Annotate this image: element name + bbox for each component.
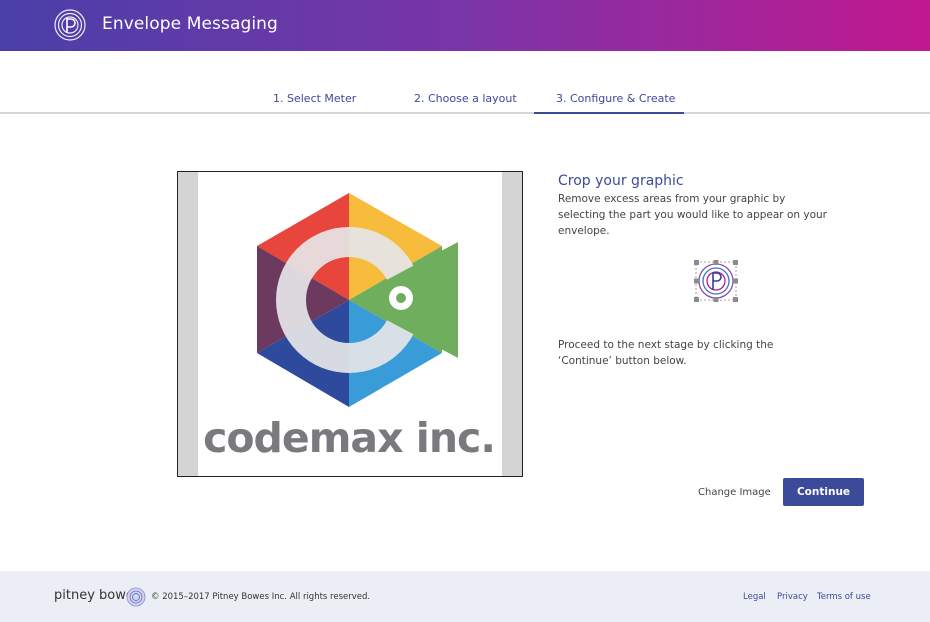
crop-panel-title: Crop your graphic <box>558 173 684 189</box>
crop-margin-left <box>178 172 198 476</box>
pitney-bowes-logo-icon <box>54 9 86 41</box>
footer-link-terms[interactable]: Terms of use <box>817 592 871 602</box>
footer-link-privacy[interactable]: Privacy <box>777 592 808 602</box>
continue-button[interactable]: Continue <box>783 478 864 506</box>
step-tabs: 1. Select Meter 2. Choose a layout 3. Co… <box>0 88 930 114</box>
active-tab-indicator <box>534 112 684 114</box>
crop-preview-thumbnail[interactable] <box>693 259 739 303</box>
tab-configure-create[interactable]: 3. Configure & Create <box>556 92 675 105</box>
uploaded-graphic: codemax inc. <box>203 193 496 462</box>
tab-choose-layout[interactable]: 2. Choose a layout <box>414 92 517 105</box>
tab-select-meter[interactable]: 1. Select Meter <box>273 92 356 105</box>
footer-link-legal[interactable]: Legal <box>743 592 766 602</box>
app-title: Envelope Messaging <box>102 14 278 34</box>
crop-panel-description: Remove excess areas from your graphic by… <box>558 193 827 237</box>
graphic-text: codemax inc. <box>203 414 495 462</box>
footer-copyright: © 2015–2017 Pitney Bowes Inc. All rights… <box>151 592 371 602</box>
crop-margin-right <box>502 172 522 476</box>
change-image-link[interactable]: Change Image <box>698 487 771 498</box>
pitney-bowes-footer-logo-icon <box>126 587 146 607</box>
app-header: Envelope Messaging <box>0 0 930 51</box>
continue-instruction: Proceed to the next stage by clicking th… <box>558 339 774 367</box>
page-footer: pitney bowes © 2015–2017 Pitney Bowes In… <box>0 571 930 622</box>
crop-area[interactable]: codemax inc. <box>177 171 523 477</box>
